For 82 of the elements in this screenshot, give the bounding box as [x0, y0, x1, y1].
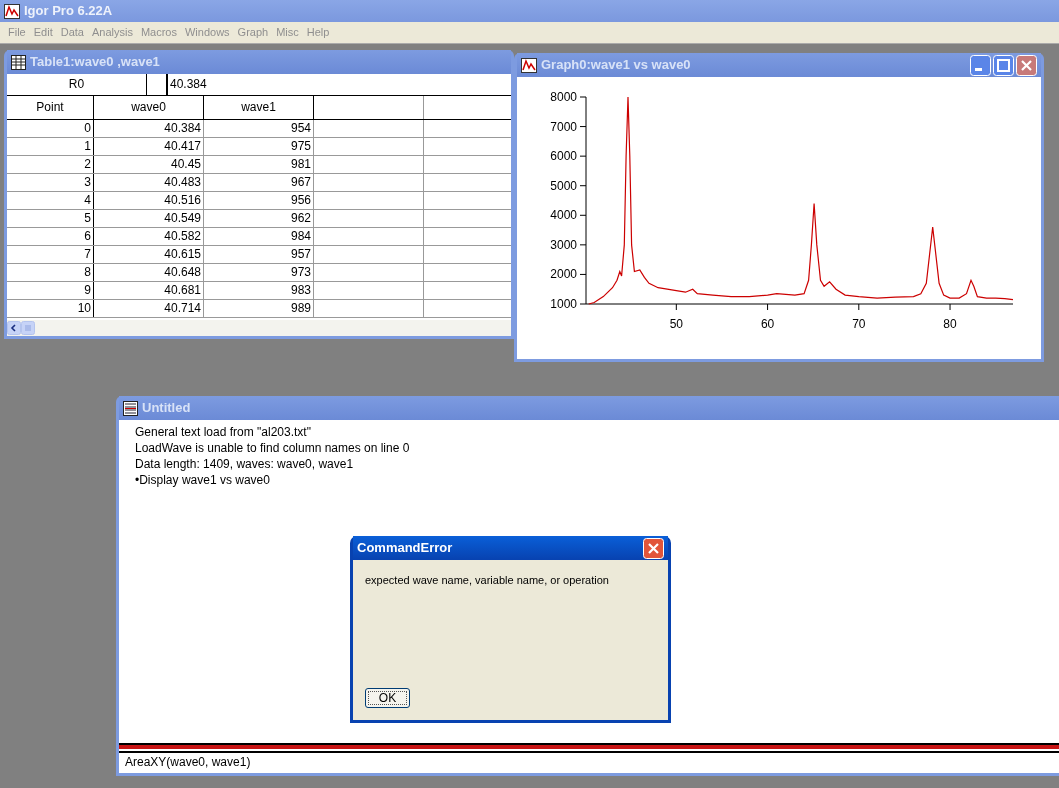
close-button[interactable] [643, 537, 664, 559]
column-header[interactable]: wave1 [204, 96, 314, 119]
table-cell: 957 [204, 246, 314, 263]
horizontal-scrollbar[interactable] [7, 320, 511, 336]
row-number-cell: 0 [7, 120, 94, 137]
entry-field[interactable]: 40.384 [167, 74, 511, 95]
window-title: Untitled [142, 399, 191, 418]
menu-item[interactable]: Misc [272, 24, 303, 41]
table-cell: 40.681 [94, 282, 204, 299]
table-cell: 967 [204, 174, 314, 191]
window-title: Graph0:wave1 vs wave0 [541, 56, 691, 75]
x-tick-label: 70 [852, 317, 866, 331]
scroll-left-icon[interactable] [7, 321, 21, 335]
window-title: Table1:wave0 ,wave1 [30, 53, 160, 72]
table-cell: 989 [204, 300, 314, 317]
ok-button[interactable]: OK [365, 688, 410, 708]
column-header[interactable]: wave0 [94, 96, 204, 119]
table-cell: 40.516 [94, 192, 204, 209]
scroll-thumb-icon[interactable] [21, 321, 35, 335]
y-tick-label: 3000 [550, 237, 577, 252]
y-tick-label: 4000 [550, 208, 577, 223]
menu-item[interactable]: Edit [29, 24, 57, 41]
close-button[interactable] [1016, 54, 1037, 76]
table-cell: 40.714 [94, 300, 204, 317]
notebook-icon [123, 400, 138, 416]
menu-item[interactable]: Windows [181, 24, 234, 41]
row-number-cell: 6 [7, 228, 94, 245]
menu-item[interactable]: Graph [233, 24, 273, 41]
table-cell: 40.549 [94, 210, 204, 227]
menu-item[interactable]: File [4, 24, 30, 41]
y-tick-label: 2000 [550, 267, 577, 282]
minimize-button[interactable] [970, 54, 991, 76]
x-tick-label: 50 [669, 317, 683, 331]
cell-name-label: R0 [7, 74, 147, 95]
menu-item[interactable]: Help [302, 24, 334, 41]
history-line: •Display wave1 vs wave0 [134, 472, 270, 488]
menu-item[interactable]: Data [56, 24, 88, 41]
y-tick-label: 5000 [550, 178, 577, 193]
row-number-cell: 10 [7, 300, 94, 317]
row-number-cell: 8 [7, 264, 94, 281]
table-cell: 975 [204, 138, 314, 155]
table-cell: 40.582 [94, 228, 204, 245]
app-title: Igor Pro 6.22A [24, 2, 113, 21]
x-tick-label: 80 [943, 317, 957, 331]
window-title: CommandError [357, 539, 453, 558]
menu-item[interactable]: Macros [136, 24, 181, 41]
row-number-cell: 5 [7, 210, 94, 227]
graph-icon [4, 3, 20, 19]
history-line: General text load from "al203.txt" [134, 424, 311, 440]
row-number-cell: 1 [7, 138, 94, 155]
table-cell: 962 [204, 210, 314, 227]
table-cell: 984 [204, 228, 314, 245]
history-line: Data length: 1409, waves: wave0, wave1 [134, 456, 354, 472]
table-cell: 40.648 [94, 264, 204, 281]
table-icon [11, 54, 26, 70]
x-tick-label: 60 [760, 317, 775, 331]
maximize-button[interactable] [993, 54, 1014, 76]
error-message: expected wave name, variable name, or operation [365, 573, 610, 588]
y-tick-label: 8000 [550, 90, 577, 104]
table-cell: 40.384 [94, 120, 204, 137]
row-number-cell: 3 [7, 174, 94, 191]
y-tick-label: 7000 [550, 119, 577, 134]
y-tick-label: 1000 [550, 297, 577, 311]
table-cell: 973 [204, 264, 314, 281]
history-line: LoadWave is unable to find column names on line 0 [134, 440, 410, 456]
table-cell: 40.615 [94, 246, 204, 263]
table-cell: 981 [204, 156, 314, 173]
table-cell: 956 [204, 192, 314, 209]
row-number-cell: 2 [7, 156, 94, 173]
table-cell: 40.483 [94, 174, 204, 191]
row-number-cell: 7 [7, 246, 94, 263]
row-number-cell: 4 [7, 192, 94, 209]
command-line-field[interactable]: AreaXY(wave0, wave1) [119, 753, 1059, 773]
y-tick-label: 6000 [550, 149, 577, 164]
table-cell: 40.417 [94, 138, 204, 155]
column-header[interactable]: Point [7, 96, 94, 119]
table-cell: 40.45 [94, 156, 204, 173]
row-number-cell: 9 [7, 282, 94, 299]
graph-icon [521, 57, 537, 73]
table-cell: 983 [204, 282, 314, 299]
table-cell: 954 [204, 120, 314, 137]
menu-item[interactable]: Analysis [87, 24, 137, 41]
